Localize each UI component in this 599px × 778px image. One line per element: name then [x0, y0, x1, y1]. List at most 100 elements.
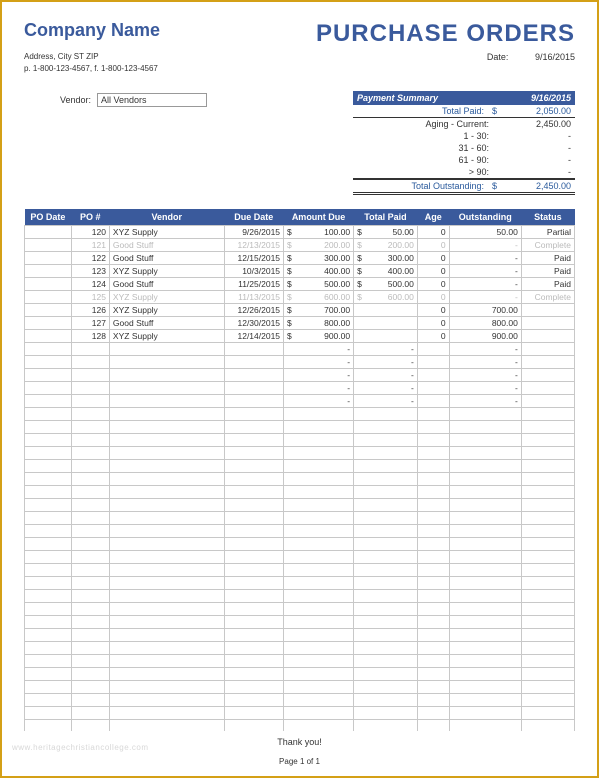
cell-due[interactable]: 12/26/2015: [224, 304, 283, 317]
table-row[interactable]: [25, 655, 575, 668]
table-row[interactable]: [25, 564, 575, 577]
cell-due[interactable]: 12/30/2015: [224, 317, 283, 330]
table-row[interactable]: 122Good Stuff12/15/2015$300.00$300.000-P…: [25, 252, 575, 265]
col-amount-due[interactable]: Amount Due: [284, 209, 354, 226]
table-row[interactable]: [25, 512, 575, 525]
cell-status[interactable]: Partial: [521, 226, 574, 239]
cell-po-date[interactable]: [25, 226, 72, 239]
cell-age[interactable]: 0: [417, 317, 449, 330]
table-row[interactable]: [25, 642, 575, 655]
table-row[interactable]: [25, 473, 575, 486]
cell-po-date[interactable]: [25, 317, 72, 330]
cell-po-date[interactable]: [25, 291, 72, 304]
cell-po-num[interactable]: 122: [71, 252, 109, 265]
cell-paid[interactable]: [354, 317, 418, 330]
cell-po-date[interactable]: [25, 239, 72, 252]
cell-amount[interactable]: $300.00: [284, 252, 354, 265]
cell-status[interactable]: [521, 330, 574, 343]
cell-vendor[interactable]: Good Stuff: [109, 239, 224, 252]
cell-po-num[interactable]: 120: [71, 226, 109, 239]
table-row[interactable]: [25, 551, 575, 564]
table-row[interactable]: [25, 434, 575, 447]
cell-po-num[interactable]: 121: [71, 239, 109, 252]
table-row[interactable]: [25, 499, 575, 512]
table-row[interactable]: [25, 668, 575, 681]
cell-due[interactable]: 11/25/2015: [224, 278, 283, 291]
cell-out[interactable]: 900.00: [449, 330, 521, 343]
cell-due[interactable]: 11/13/2015: [224, 291, 283, 304]
cell-due[interactable]: 9/26/2015: [224, 226, 283, 239]
cell-vendor[interactable]: XYZ Supply: [109, 330, 224, 343]
col-po-date[interactable]: PO Date: [25, 209, 72, 226]
col-status[interactable]: Status: [521, 209, 574, 226]
table-row[interactable]: 123XYZ Supply10/3/2015$400.00$400.000-Pa…: [25, 265, 575, 278]
table-row[interactable]: [25, 629, 575, 642]
cell-status[interactable]: Complete: [521, 239, 574, 252]
table-row[interactable]: ---: [25, 369, 575, 382]
table-row[interactable]: [25, 707, 575, 720]
cell-paid[interactable]: $500.00: [354, 278, 418, 291]
cell-out[interactable]: -: [449, 291, 521, 304]
cell-amount[interactable]: $900.00: [284, 330, 354, 343]
cell-out[interactable]: -: [449, 252, 521, 265]
cell-vendor[interactable]: Good Stuff: [109, 252, 224, 265]
cell-age[interactable]: 0: [417, 330, 449, 343]
cell-amount[interactable]: $700.00: [284, 304, 354, 317]
cell-age[interactable]: 0: [417, 252, 449, 265]
table-row[interactable]: [25, 447, 575, 460]
cell-paid[interactable]: $600.00: [354, 291, 418, 304]
table-row[interactable]: [25, 460, 575, 473]
table-row[interactable]: [25, 603, 575, 616]
cell-po-num[interactable]: 128: [71, 330, 109, 343]
cell-po-date[interactable]: [25, 265, 72, 278]
cell-amount[interactable]: $800.00: [284, 317, 354, 330]
cell-po-num[interactable]: 124: [71, 278, 109, 291]
cell-po-num[interactable]: 127: [71, 317, 109, 330]
table-row[interactable]: ---: [25, 343, 575, 356]
vendor-select[interactable]: All Vendors: [97, 93, 207, 107]
cell-status[interactable]: Complete: [521, 291, 574, 304]
cell-status[interactable]: [521, 317, 574, 330]
table-row[interactable]: [25, 408, 575, 421]
table-row[interactable]: [25, 421, 575, 434]
cell-due[interactable]: 12/14/2015: [224, 330, 283, 343]
cell-po-num[interactable]: 123: [71, 265, 109, 278]
col-due-date[interactable]: Due Date: [224, 209, 283, 226]
cell-due[interactable]: 12/15/2015: [224, 252, 283, 265]
cell-paid[interactable]: $50.00: [354, 226, 418, 239]
table-row[interactable]: 120XYZ Supply9/26/2015$100.00$50.00050.0…: [25, 226, 575, 239]
cell-out[interactable]: 50.00: [449, 226, 521, 239]
cell-po-date[interactable]: [25, 304, 72, 317]
col-vendor[interactable]: Vendor: [109, 209, 224, 226]
cell-out[interactable]: -: [449, 265, 521, 278]
cell-out[interactable]: 800.00: [449, 317, 521, 330]
col-total-paid[interactable]: Total Paid: [354, 209, 418, 226]
cell-due[interactable]: 12/13/2015: [224, 239, 283, 252]
cell-age[interactable]: 0: [417, 226, 449, 239]
col-outstanding[interactable]: Outstanding: [449, 209, 521, 226]
cell-po-date[interactable]: [25, 252, 72, 265]
table-row[interactable]: 127Good Stuff12/30/2015$800.000800.00: [25, 317, 575, 330]
cell-po-date[interactable]: [25, 330, 72, 343]
table-row[interactable]: 126XYZ Supply12/26/2015$700.000700.00: [25, 304, 575, 317]
table-row[interactable]: 128XYZ Supply12/14/2015$900.00 0900.00: [25, 330, 575, 343]
cell-po-num[interactable]: 126: [71, 304, 109, 317]
table-row[interactable]: [25, 525, 575, 538]
table-row[interactable]: 124Good Stuff11/25/2015$500.00$500.000-P…: [25, 278, 575, 291]
cell-due[interactable]: 10/3/2015: [224, 265, 283, 278]
table-row[interactable]: [25, 538, 575, 551]
cell-status[interactable]: [521, 304, 574, 317]
cell-age[interactable]: 0: [417, 291, 449, 304]
col-po-num[interactable]: PO #: [71, 209, 109, 226]
table-row[interactable]: [25, 577, 575, 590]
cell-amount[interactable]: $600.00: [284, 291, 354, 304]
cell-age[interactable]: 0: [417, 304, 449, 317]
cell-status[interactable]: Paid: [521, 265, 574, 278]
cell-po-num[interactable]: 125: [71, 291, 109, 304]
cell-amount[interactable]: $200.00: [284, 239, 354, 252]
cell-amount[interactable]: $400.00: [284, 265, 354, 278]
table-row[interactable]: [25, 681, 575, 694]
cell-paid[interactable]: [354, 330, 418, 343]
table-row[interactable]: ---: [25, 356, 575, 369]
cell-amount[interactable]: $500.00: [284, 278, 354, 291]
